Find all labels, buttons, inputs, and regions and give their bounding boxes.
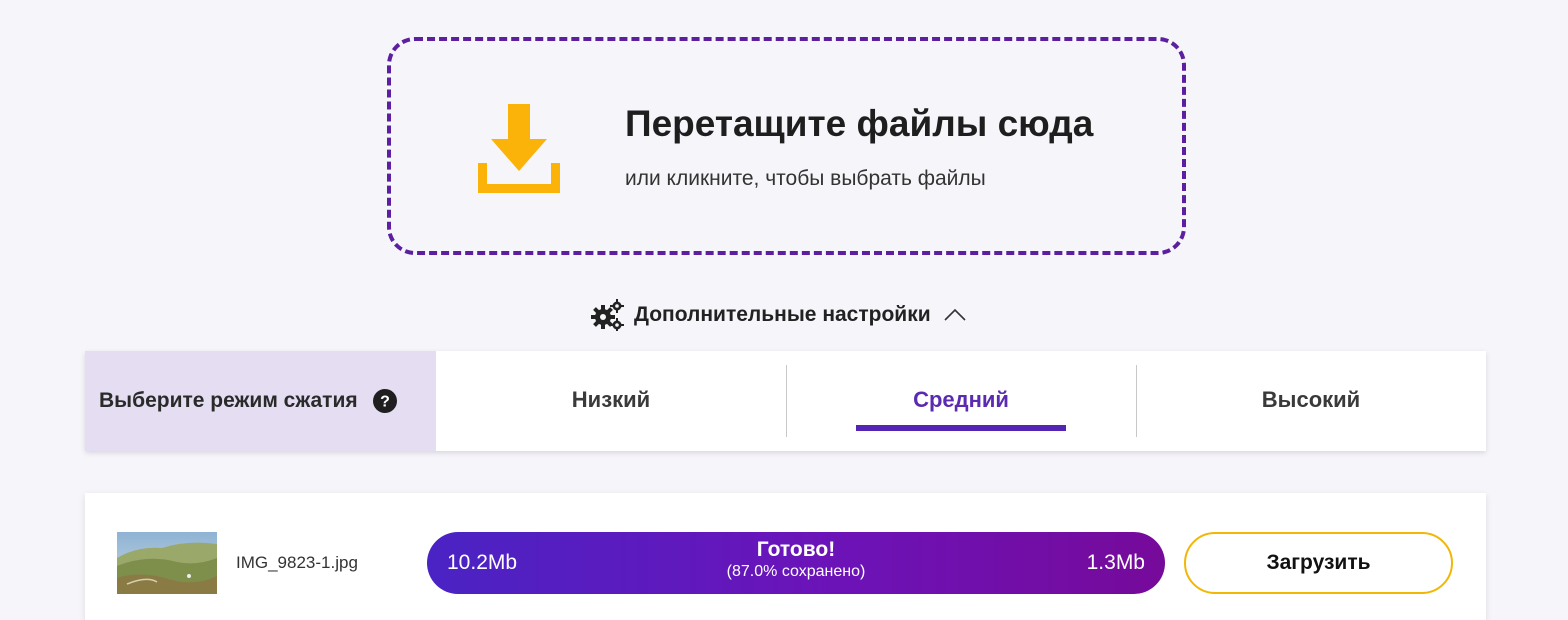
download-button[interactable]: Загрузить: [1184, 532, 1453, 594]
compressed-size: 1.3Mb: [1086, 551, 1145, 574]
gears-icon: [591, 299, 624, 331]
file-list-item: IMG_9823-1.jpg 10.2Mb Готово! (87.0% сох…: [85, 493, 1486, 620]
tab-low-label: Низкий: [571, 387, 651, 412]
compression-mode-panel: Выберите режим сжатия ? Низкий Средний В…: [85, 351, 1486, 451]
compression-mode-label: Выберите режим сжатия: [99, 389, 358, 412]
tab-high-label: Высокий: [1261, 387, 1361, 412]
chevron-up-icon: [944, 308, 966, 321]
tab-medium-label: Средний: [913, 387, 1009, 412]
download-icon: [478, 104, 560, 193]
file-dropzone[interactable]: Перетащите файлы сюда или кликните, чтоб…: [387, 37, 1186, 255]
question-icon[interactable]: ?: [372, 389, 397, 413]
tab-high[interactable]: Высокий: [1136, 351, 1486, 451]
status-block: Готово! (87.0% сохранено): [427, 538, 1165, 582]
file-name: IMG_9823-1.jpg: [236, 553, 358, 572]
svg-text:?: ?: [380, 394, 390, 411]
saved-percentage: (87.0% сохранено): [726, 563, 866, 580]
compression-result-bar: 10.2Mb Готово! (87.0% сохранено) 1.3Mb: [427, 532, 1165, 594]
dropzone-subtitle: или кликните, чтобы выбрать файлы: [625, 167, 986, 190]
file-thumbnail: [117, 532, 217, 594]
additional-settings-toggle[interactable]: Дополнительные настройки: [590, 298, 967, 332]
compression-mode-label-box: Выберите режим сжатия ?: [85, 351, 436, 451]
status-text: Готово!: [756, 538, 836, 561]
active-tab-indicator: [856, 425, 1066, 431]
page: Перетащите файлы сюда или кликните, чтоб…: [0, 0, 1568, 620]
tab-low[interactable]: Низкий: [436, 351, 786, 451]
additional-settings-label: Дополнительные настройки: [634, 303, 931, 326]
tab-medium[interactable]: Средний: [786, 351, 1136, 451]
dropzone-title: Перетащите файлы сюда: [625, 103, 1094, 144]
